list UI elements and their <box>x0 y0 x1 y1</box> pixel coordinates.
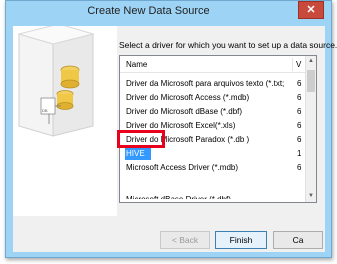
driver-version: 1 <box>297 149 302 158</box>
annotation-highlight-box <box>117 130 165 148</box>
driver-name: Driver do Microsoft Access (*.mdb) <box>126 93 250 102</box>
driver-version: 6 <box>297 79 302 88</box>
window-title: Create New Data Source <box>87 5 210 17</box>
close-icon: ✕ <box>306 4 316 16</box>
driver-name: Driver do Microsoft dBase (*.dbf) <box>126 107 243 116</box>
driver-name: HIVE <box>126 149 145 158</box>
scroll-up-arrow-icon[interactable]: ▲ <box>306 56 316 67</box>
column-divider[interactable] <box>292 58 293 71</box>
list-item[interactable]: Driver do Microsoft Access (*.mdb) 6 <box>120 91 306 105</box>
column-header-version[interactable]: V <box>296 60 301 69</box>
driver-name: Microsoft Access Driver (*.mdb) <box>126 163 239 172</box>
driver-name: Driver do Microsoft Excel(*.xls) <box>126 121 236 130</box>
list-item[interactable]: Driver do Microsoft dBase (*.dbf) 6 <box>120 105 306 119</box>
close-button[interactable]: ✕ <box>298 1 324 19</box>
vertical-scrollbar[interactable]: ▲ ▼ <box>305 56 316 202</box>
list-header: Name V <box>120 56 306 73</box>
scroll-thumb[interactable] <box>307 70 315 92</box>
list-item-partial[interactable]: Microsoft dBase Driver (*.dbf) <box>126 195 231 199</box>
list-item-selected[interactable]: HIVE 1 <box>120 147 306 161</box>
title-bar[interactable]: Create New Data Source ✕ <box>6 1 331 25</box>
driver-version: 6 <box>297 93 302 102</box>
instruction-text: Select a driver for which you want to se… <box>119 40 337 50</box>
driver-version: 6 <box>297 135 302 144</box>
driver-version: 6 <box>297 107 302 116</box>
scroll-down-arrow-icon[interactable]: ▼ <box>306 191 316 202</box>
dialog-body: DB Select a driver for which you want to… <box>13 26 337 252</box>
driver-list[interactable]: Name V Driver da Microsoft para arquivos… <box>119 55 317 203</box>
column-header-name[interactable]: Name <box>126 60 147 69</box>
list-item[interactable]: Microsoft Access Driver (*.mdb) 6 <box>120 161 306 175</box>
driver-rows: Driver da Microsoft para arquivos texto … <box>120 77 306 175</box>
driver-version: 6 <box>297 163 302 172</box>
back-button[interactable]: < Back <box>160 231 210 249</box>
list-item[interactable]: Driver da Microsoft para arquivos texto … <box>120 77 306 91</box>
cancel-button[interactable]: Ca <box>273 231 323 249</box>
finish-button[interactable]: Finish <box>215 231 267 249</box>
driver-name: Driver da Microsoft para arquivos texto … <box>126 79 286 88</box>
create-data-source-dialog: Create New Data Source ✕ DB Select a dri… <box>5 0 337 258</box>
driver-version: 6 <box>297 121 302 130</box>
svg-text:DB: DB <box>42 108 48 113</box>
database-wizard-icon: DB <box>13 26 117 216</box>
